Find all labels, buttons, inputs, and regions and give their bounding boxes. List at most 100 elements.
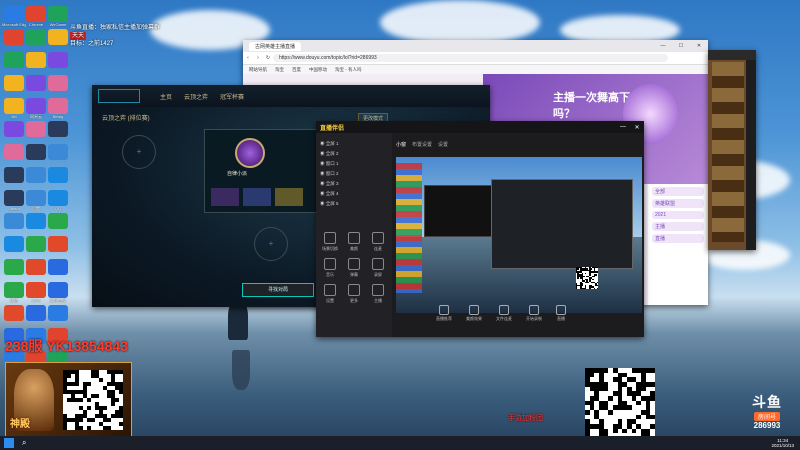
desktop-icon[interactable] xyxy=(48,75,68,91)
obs-source-item[interactable]: ◉ 全屏 2 xyxy=(320,149,388,159)
obs-tool-button[interactable]: 主播 xyxy=(366,281,390,307)
desktop-icon[interactable] xyxy=(48,282,68,298)
search-icon[interactable]: ⌕ xyxy=(22,438,26,448)
browser-toolbar: ‹ › ↻ https://www.douyu.com/topic/lol?ri… xyxy=(243,52,708,65)
bookmark-item[interactable]: 淘宝 xyxy=(275,67,284,73)
side-list-item[interactable]: 直播 xyxy=(652,234,704,243)
desktop-icon[interactable] xyxy=(4,75,24,91)
desktop-icon[interactable] xyxy=(48,167,68,183)
qr-module xyxy=(79,418,83,422)
bookmark-item[interactable]: 百度 xyxy=(292,67,301,73)
desktop-icon[interactable] xyxy=(48,236,68,252)
obs-minimize-icon[interactable]: — xyxy=(616,124,630,130)
start-button-icon[interactable] xyxy=(4,438,14,448)
bookmark-item[interactable]: 中国移动 xyxy=(309,67,327,73)
ad-qr-code[interactable] xyxy=(63,370,123,430)
obs-control-button[interactable]: 直播 xyxy=(556,305,566,322)
forward-icon[interactable]: › xyxy=(253,55,263,61)
party-slot-right[interactable]: + xyxy=(254,227,288,261)
desktop-icon[interactable] xyxy=(26,282,46,298)
obs-source-item[interactable]: ◉ 窗口 1 xyxy=(320,159,388,169)
desktop-icon[interactable] xyxy=(48,52,68,68)
desktop-icon[interactable] xyxy=(48,121,68,137)
obs-source-item[interactable]: ◉ 全屏 5 xyxy=(320,199,388,209)
obs-tool-button[interactable]: 弹幕 xyxy=(342,255,366,281)
obs-tool-button[interactable]: 连麦 xyxy=(366,229,390,255)
desktop-icon[interactable] xyxy=(26,121,46,137)
party-slot-left[interactable]: + xyxy=(122,135,156,169)
obs-control-button[interactable]: 文件连麦 xyxy=(496,305,512,322)
obs-control-button[interactable]: 开始录制 xyxy=(526,305,542,322)
lol-play-button[interactable] xyxy=(98,89,140,103)
back-icon[interactable]: ‹ xyxy=(243,55,253,61)
desktop-icon[interactable] xyxy=(4,259,24,275)
desktop-icon[interactable] xyxy=(4,98,24,114)
bookmark-item[interactable]: 淘宝 - 有人吗 xyxy=(335,67,362,73)
obs-tool-button[interactable]: 美颜 xyxy=(342,229,366,255)
desktop-icon[interactable] xyxy=(26,144,46,160)
desktop-icon[interactable] xyxy=(26,167,46,183)
desktop-icon[interactable] xyxy=(4,6,24,22)
desktop-icon[interactable] xyxy=(48,98,68,114)
bookmark-item[interactable]: 网站导航 xyxy=(249,67,267,73)
desktop-icon[interactable] xyxy=(26,305,46,321)
obs-source-item[interactable]: ◉ 全屏 1 xyxy=(320,139,388,149)
desktop-icon-label: 微信 xyxy=(10,298,18,303)
desktop-icon[interactable] xyxy=(48,29,68,45)
stream-companion-window[interactable]: 直播伴侣 — ✕ ◉ 全屏 1 ◉ 全屏 2 ◉ 窗口 1 ◉ 窗口 2 ◉ 全屏 3 ◉… xyxy=(316,121,644,337)
desktop-icon[interactable] xyxy=(4,144,24,160)
obs-source-item[interactable]: ◉ 窗口 2 xyxy=(320,169,388,179)
desktop-icon[interactable] xyxy=(4,190,24,206)
desktop-icon[interactable] xyxy=(48,190,68,206)
find-match-button[interactable]: 寻找对局 xyxy=(242,283,314,297)
maximize-icon[interactable]: ☐ xyxy=(672,43,690,49)
side-list-item[interactable]: 全部 xyxy=(652,187,704,196)
desktop-icon[interactable] xyxy=(4,305,24,321)
minimize-icon[interactable]: — xyxy=(654,43,672,49)
side-list-item[interactable]: 英雄联盟 xyxy=(652,199,704,208)
desktop-icon[interactable] xyxy=(4,282,24,298)
desktop-icon[interactable] xyxy=(26,75,46,91)
room-qr-code[interactable] xyxy=(585,368,655,438)
desktop-icon[interactable] xyxy=(4,121,24,137)
player-name: 自律小派 xyxy=(227,171,248,177)
obs-control-button[interactable]: 美颜效果 xyxy=(466,305,482,322)
emulator-window[interactable] xyxy=(708,50,756,250)
desktop-icon[interactable] xyxy=(26,259,46,275)
desktop-icon[interactable] xyxy=(26,213,46,229)
url-bar[interactable]: https://www.douyu.com/topic/lol?rid=2869… xyxy=(273,54,668,62)
obs-source-item[interactable]: ◉ 全屏 4 xyxy=(320,189,388,199)
lol-nav-item[interactable]: 主页 xyxy=(160,92,172,101)
desktop-icon[interactable] xyxy=(4,213,24,229)
refresh-icon[interactable]: ↻ xyxy=(263,55,273,61)
obs-tool-button[interactable]: 更多 xyxy=(342,281,366,307)
desktop-icon[interactable] xyxy=(4,52,24,68)
obs-source-item[interactable]: ◉ 全屏 3 xyxy=(320,179,388,189)
desktop-icon[interactable] xyxy=(48,213,68,229)
desktop-icon[interactable] xyxy=(26,236,46,252)
desktop-icon[interactable] xyxy=(48,144,68,160)
desktop-icon[interactable] xyxy=(4,236,24,252)
desktop-icon[interactable] xyxy=(26,29,46,45)
obs-control-button[interactable]: 直播推荐 xyxy=(436,305,452,322)
lol-nav-item[interactable]: 冠军杯赛 xyxy=(220,92,244,101)
obs-tool-button[interactable]: 场景切换 xyxy=(318,229,342,255)
desktop-icon[interactable] xyxy=(4,29,24,45)
browser-tab[interactable]: 古网英雄主播直播 xyxy=(249,41,302,51)
obs-tool-button[interactable]: 录屏 xyxy=(366,255,390,281)
desktop-icon[interactable] xyxy=(48,6,68,22)
desktop-icon[interactable] xyxy=(48,259,68,275)
obs-close-icon[interactable]: ✕ xyxy=(630,124,644,131)
lol-nav-item[interactable]: 云顶之弈 xyxy=(184,92,208,101)
side-list-item[interactable]: 主播 xyxy=(652,222,704,231)
obs-tool-button[interactable]: 设置 xyxy=(318,281,342,307)
desktop-icon[interactable] xyxy=(48,305,68,321)
desktop-icon[interactable] xyxy=(26,190,46,206)
desktop-icon[interactable] xyxy=(4,167,24,183)
desktop-icon[interactable] xyxy=(26,98,46,114)
close-icon[interactable]: ✕ xyxy=(690,43,708,49)
desktop-icon[interactable] xyxy=(26,6,46,22)
side-list-item[interactable]: 2021 xyxy=(652,211,704,219)
desktop-icon[interactable] xyxy=(26,52,46,68)
obs-tool-button[interactable]: 音乐 xyxy=(318,255,342,281)
